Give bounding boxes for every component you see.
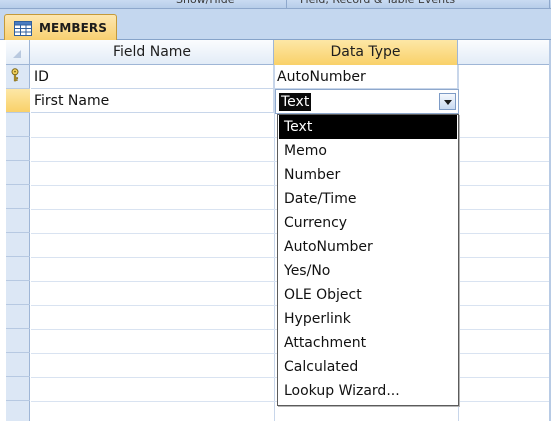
document-tab-bar: MEMBERS	[0, 9, 551, 41]
dropdown-option-ole-object[interactable]: OLE Object	[279, 283, 457, 307]
dropdown-option-lookup-wizard[interactable]: Lookup Wizard...	[279, 379, 457, 403]
grid-header-row: Field Name Data Type	[6, 40, 551, 65]
dropdown-option-calculated[interactable]: Calculated	[279, 355, 457, 379]
table-row: ID AutoNumber	[31, 65, 551, 89]
row-selector-column	[6, 40, 30, 421]
key-icon	[11, 68, 19, 82]
row-selector[interactable]	[6, 377, 30, 401]
chevron-down-icon	[444, 100, 452, 105]
data-type-cell[interactable]: AutoNumber	[274, 65, 458, 89]
dropdown-option-currency[interactable]: Currency	[279, 211, 457, 235]
ribbon-group-show-hide[interactable]: Show/Hide	[176, 0, 234, 8]
table-icon	[14, 21, 32, 36]
field-name-cell[interactable]: First Name	[31, 89, 274, 113]
select-all-icon	[13, 50, 21, 58]
dropdown-option-hyperlink[interactable]: Hyperlink	[279, 307, 457, 331]
row-selector[interactable]	[6, 401, 30, 421]
dropdown-option-attachment[interactable]: Attachment	[279, 331, 457, 355]
row-selector[interactable]	[6, 161, 30, 185]
row-selector[interactable]	[6, 233, 30, 257]
row-selector[interactable]	[6, 185, 30, 209]
row-selector-current[interactable]	[6, 89, 30, 113]
dropdown-button[interactable]	[439, 93, 456, 110]
row-selector[interactable]	[6, 257, 30, 281]
ribbon-strip: Show/Hide Field, Record & Table Events	[0, 0, 551, 9]
row-selector[interactable]	[6, 281, 30, 305]
ribbon-group-table-events[interactable]: Field, Record & Table Events	[300, 0, 455, 8]
dropdown-option-text[interactable]: Text	[279, 115, 457, 139]
row-selector[interactable]	[6, 113, 30, 137]
row-selector[interactable]	[6, 353, 30, 377]
dropdown-option-date-time[interactable]: Date/Time	[279, 187, 457, 211]
column-header-data-type[interactable]: Data Type	[274, 40, 458, 65]
data-type-combobox[interactable]: Text	[275, 89, 459, 114]
dropdown-option-memo[interactable]: Memo	[279, 139, 457, 163]
combobox-value[interactable]: Text	[279, 93, 312, 111]
dropdown-option-autonumber[interactable]: AutoNumber	[279, 235, 457, 259]
select-all-corner[interactable]	[6, 40, 30, 65]
dropdown-option-yes-no[interactable]: Yes/No	[279, 259, 457, 283]
row-selector[interactable]	[6, 209, 30, 233]
column-header-field-name[interactable]: Field Name	[31, 40, 274, 65]
ribbon-separator	[549, 0, 550, 8]
tab-members[interactable]: MEMBERS	[4, 14, 117, 41]
row-selector[interactable]	[6, 329, 30, 353]
row-selector[interactable]	[6, 137, 30, 161]
tab-label: MEMBERS	[39, 21, 108, 35]
row-selector[interactable]	[6, 305, 30, 329]
ribbon-separator	[286, 0, 287, 8]
field-name-cell[interactable]: ID	[31, 65, 274, 89]
row-selector[interactable]	[6, 65, 30, 89]
dropdown-option-number[interactable]: Number	[279, 163, 457, 187]
data-type-dropdown-list: Text Memo Number Date/Time Currency Auto…	[277, 114, 459, 406]
